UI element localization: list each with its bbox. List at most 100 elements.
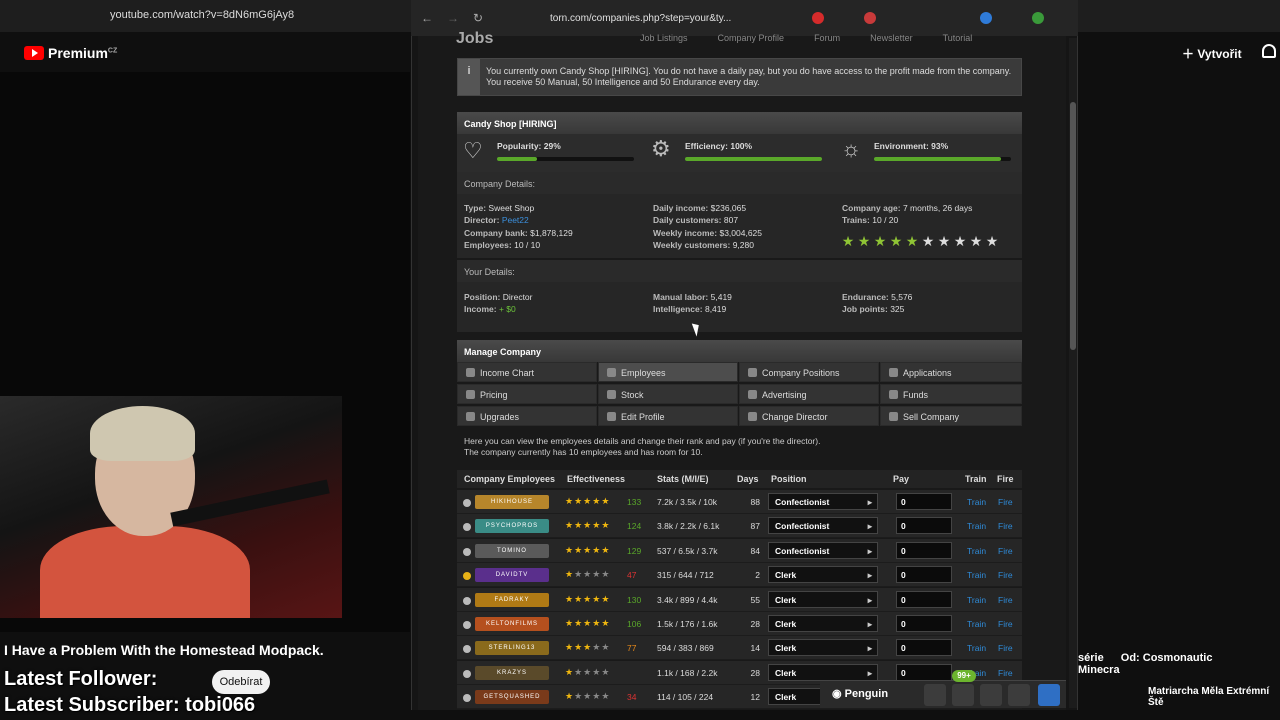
effectiveness-value: 77 (627, 643, 637, 654)
employee-name-banner[interactable]: PSYCHOPROS (475, 519, 549, 534)
menu-upgrades[interactable]: Upgrades (457, 406, 597, 426)
train-link[interactable]: Train (967, 619, 986, 629)
pay-input[interactable]: 0 (896, 517, 952, 535)
employee-name-banner[interactable]: TOMINO (475, 543, 549, 558)
chip-minecraft[interactable]: Minecra (1078, 664, 1120, 676)
menu-label: Upgrades (480, 412, 520, 422)
notification-badge: 99+ (952, 670, 976, 682)
nav-forum[interactable]: Forum (814, 33, 840, 43)
menu-edit-profile[interactable]: Edit Profile (598, 406, 738, 426)
star-filled-icon: ★ (574, 520, 584, 531)
effectiveness-stars: ★★★★★ (565, 569, 610, 580)
employee-name-banner[interactable]: STERLING13 (475, 641, 549, 656)
employee-name-banner[interactable]: GETSQUASHED (475, 690, 549, 705)
position-select[interactable]: Clerk (768, 663, 878, 681)
col-position: Position (771, 474, 807, 484)
menu-stock[interactable]: Stock (598, 384, 738, 404)
position-select[interactable]: Confectionist (768, 541, 878, 559)
extension-icon[interactable] (864, 12, 876, 24)
nav-job-listings[interactable]: Job Listings (640, 33, 688, 43)
menu-advertising[interactable]: Advertising (739, 384, 879, 404)
train-link[interactable]: Train (967, 643, 986, 653)
star-filled-icon: ★ (873, 233, 887, 249)
position-select[interactable]: Clerk (768, 566, 878, 584)
director-link[interactable]: Peet22 (502, 215, 529, 225)
back-icon[interactable]: ← (421, 11, 433, 25)
pencil-icon[interactable] (980, 684, 1002, 706)
people-icon[interactable] (1008, 684, 1030, 706)
chip-series[interactable]: série (1078, 652, 1104, 664)
employee-row: TOMINO ★★★★★ 129 537 / 6.5k / 3.7k 84 Confect… (457, 538, 1022, 563)
profile-avatar-icon[interactable] (1032, 12, 1044, 24)
employee-name-banner[interactable]: DAVIDTV (475, 568, 549, 583)
fire-link[interactable]: Fire (998, 546, 1013, 556)
train-link[interactable]: Train (967, 546, 986, 556)
pay-input[interactable]: 0 (896, 493, 952, 510)
scrollbar-thumb[interactable] (1070, 102, 1076, 350)
download-icon[interactable] (980, 12, 992, 24)
menu-income-chart[interactable]: Income Chart (457, 362, 597, 382)
nav-newsletter[interactable]: Newsletter (870, 33, 913, 43)
extension-icon[interactable] (812, 12, 824, 24)
fire-link[interactable]: Fire (998, 668, 1013, 678)
fire-link[interactable]: Fire (998, 521, 1013, 531)
dock-user[interactable]: ◉ Penguin (832, 687, 888, 700)
pay-input[interactable]: 0 (896, 639, 952, 657)
employee-stats: 315 / 644 / 712 (657, 570, 714, 581)
position-select[interactable]: Clerk (768, 590, 878, 608)
chip-cosmonautic[interactable]: Od: Cosmonautic (1121, 652, 1213, 664)
subscribe-button[interactable]: Odebírat (212, 670, 270, 694)
fire-link[interactable]: Fire (998, 497, 1013, 507)
employee-name-banner[interactable]: KELTONFILMS (475, 617, 549, 631)
nav-company-profile[interactable]: Company Profile (718, 33, 785, 43)
nav-tutorial[interactable]: Tutorial (943, 33, 973, 43)
menu-pricing[interactable]: Pricing (457, 384, 597, 404)
region-code: CZ (107, 47, 118, 55)
company-star-rating: ★ ★ ★ ★ ★ ★ ★ ★ ★ ★ (840, 233, 1000, 251)
settings-gear-icon[interactable] (1038, 684, 1060, 706)
train-link[interactable]: Train (967, 497, 986, 507)
train-link[interactable]: Train (967, 570, 986, 580)
company-details: Type: Sweet Shop Director: Peet22 Compan… (457, 194, 1022, 258)
position-label: Position: (464, 292, 501, 302)
position-select[interactable]: Clerk (768, 639, 878, 657)
pay-input[interactable]: 0 (896, 541, 952, 559)
fire-link[interactable]: Fire (998, 570, 1013, 580)
menu-change-director[interactable]: Change Director (739, 406, 879, 426)
train-link[interactable]: Train (967, 595, 986, 605)
torn-address-bar[interactable]: torn.com/companies.php?step=your&ty... (550, 13, 731, 24)
notifications-bell-icon[interactable] (1262, 44, 1276, 58)
menu-employees[interactable]: Employees (598, 362, 738, 382)
employee-name-banner[interactable]: KRAZYS (475, 665, 549, 680)
fire-link[interactable]: Fire (998, 619, 1013, 629)
fire-link[interactable]: Fire (998, 595, 1013, 605)
position-select[interactable]: Confectionist (768, 493, 878, 510)
train-link[interactable]: Train (967, 521, 986, 531)
city-icon[interactable] (924, 684, 946, 706)
yt-address-bar[interactable]: youtube.com/watch?v=8dN6mG6jAy8 (110, 9, 294, 21)
position-select[interactable]: Confectionist (768, 517, 878, 535)
manual-label: Manual labor: (653, 292, 709, 302)
trains-value: 10 / 20 (872, 215, 899, 226)
recommended-video-title[interactable]: Matriarcha Měla Extrémní Ště (1148, 686, 1280, 708)
menu-funds[interactable]: Funds (880, 384, 1022, 404)
tree-icon[interactable] (952, 684, 974, 706)
menu-applications[interactable]: Applications (880, 362, 1022, 382)
fire-link[interactable]: Fire (998, 643, 1013, 653)
pay-input[interactable]: 0 (896, 566, 952, 584)
pay-input[interactable]: 0 (896, 615, 952, 632)
employee-name-banner[interactable]: HIKIHOUSE (475, 495, 549, 509)
star-empty-icon: ★ (985, 233, 999, 249)
pay-input[interactable]: 0 (896, 663, 952, 681)
youtube-premium-logo[interactable]: PremiumCZ (24, 45, 117, 61)
reload-icon[interactable]: ↻ (473, 11, 483, 25)
employee-name-banner[interactable]: FADRAKY (475, 592, 549, 607)
star-filled-icon: ★ (565, 666, 575, 677)
effectiveness-stars: ★★★★★ (565, 642, 610, 653)
forward-icon[interactable]: → (447, 11, 459, 25)
menu-sell-company[interactable]: Sell Company (880, 406, 1022, 426)
pay-input[interactable]: 0 (896, 590, 952, 608)
create-button[interactable]: ＋ Vytvořit (1182, 45, 1242, 62)
position-select[interactable]: Clerk (768, 615, 878, 632)
menu-company-positions[interactable]: Company Positions (739, 362, 879, 382)
